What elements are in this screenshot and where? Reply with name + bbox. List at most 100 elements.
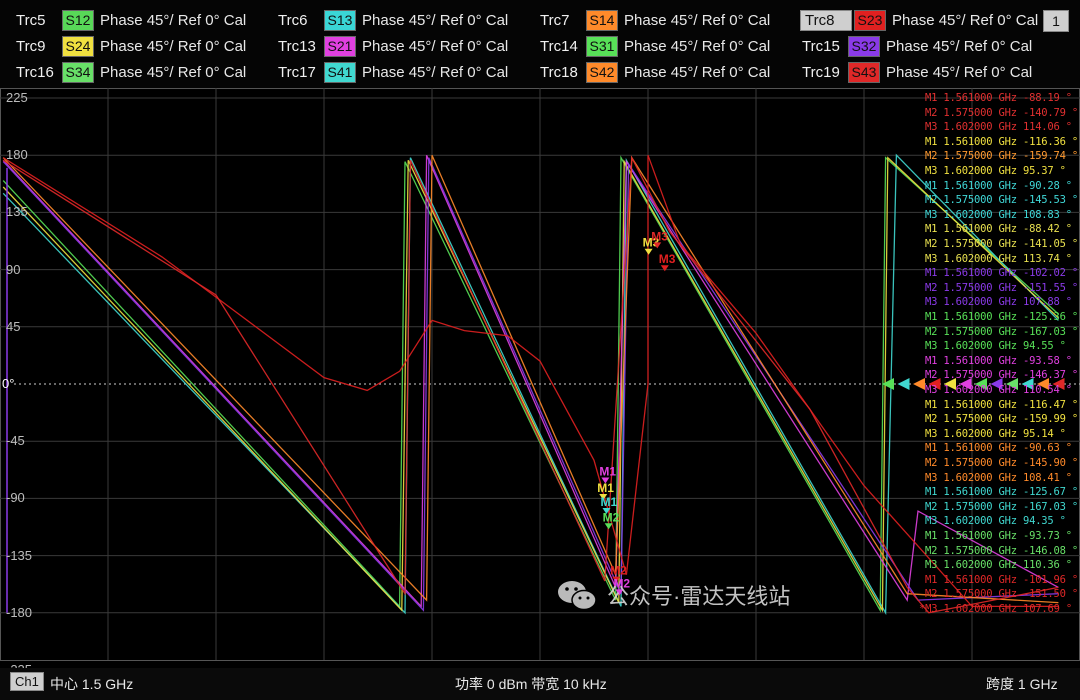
marker-readout: M2 1.575000 GHz -140.79 ° bbox=[925, 106, 1079, 119]
watermark-text: 公众号·雷达天线站 bbox=[607, 584, 791, 609]
trace-parameter-badge[interactable]: S43 bbox=[848, 61, 880, 83]
y-axis-tick-label: -135 bbox=[6, 547, 33, 563]
center-frequency[interactable]: 中心 1.5 GHz bbox=[50, 674, 133, 694]
trace-format[interactable]: Phase 45°/ Ref 0° Cal bbox=[886, 38, 1032, 55]
trace-name[interactable]: Trc13 bbox=[276, 38, 322, 55]
trace-name[interactable]: Trc14 bbox=[538, 38, 584, 55]
trace-legend-item[interactable]: Trc16 S34 Phase 45°/ Ref 0° Cal bbox=[14, 61, 246, 83]
trace-name[interactable]: Trc5 bbox=[14, 12, 60, 29]
trace-legend-item[interactable]: Trc7 S14 Phase 45°/ Ref 0° Cal bbox=[538, 9, 770, 31]
marker-readout: M1 1.561000 GHz -125.36 ° bbox=[925, 311, 1079, 323]
trace-format[interactable]: Phase 45°/ Ref 0° Cal bbox=[100, 64, 246, 81]
marker-readout: *M3 1.602000 GHz 107.69 ° bbox=[919, 603, 1073, 615]
marker-readout: M1 1.561000 GHz -125.67 ° bbox=[925, 486, 1079, 499]
y-axis-tick-label: 45 bbox=[6, 318, 21, 334]
marker-readout: M3 1.602000 GHz 108.83 ° bbox=[925, 208, 1072, 221]
trace-name[interactable]: Trc16 bbox=[14, 64, 60, 81]
plot-marker-triangle bbox=[604, 523, 613, 530]
trace-parameter-badge[interactable]: S13 bbox=[324, 9, 356, 31]
plot-marker-triangle bbox=[644, 248, 653, 255]
marker-readout: M3 1.602000 GHz 110.36 ° bbox=[925, 559, 1072, 572]
trace-legend-item[interactable]: Trc15 S32 Phase 45°/ Ref 0° Cal bbox=[800, 35, 1032, 57]
phase-plot[interactable]: M1M2M1M3M3M2M2M1M3 bbox=[0, 88, 1080, 666]
channel-number-button[interactable]: 1 bbox=[1043, 10, 1069, 32]
phase-trace bbox=[2, 154, 1059, 604]
trace-legend-item[interactable]: Trc17 S41 Phase 45°/ Ref 0° Cal bbox=[276, 61, 508, 83]
trace-legend-item[interactable]: Trc5 S12 Phase 45°/ Ref 0° Cal bbox=[14, 9, 246, 31]
watermark: 公众号·雷达天线站 bbox=[555, 578, 790, 612]
y-axis-tick-label: -180 bbox=[6, 604, 33, 620]
trace-format[interactable]: Phase 45°/ Ref 0° Cal bbox=[100, 38, 246, 55]
marker-readout: M3 1.602000 GHz 95.37 ° bbox=[925, 165, 1066, 177]
trace-name[interactable]: Trc9 bbox=[14, 38, 60, 55]
marker-readout: M1 1.561000 GHz -116.36 ° bbox=[925, 135, 1079, 148]
trace-parameter-badge[interactable]: S32 bbox=[848, 35, 880, 57]
marker-readout: M2 1.575000 GHz -146.37 ° bbox=[925, 369, 1079, 382]
marker-readout: M1 1.561000 GHz -88.19 ° bbox=[925, 92, 1072, 104]
trace-name[interactable]: Trc18 bbox=[538, 64, 584, 81]
marker-readout: M1 1.561000 GHz -90.28 ° bbox=[925, 179, 1072, 192]
marker-readout: M1 1.561000 GHz -116.47 ° bbox=[925, 398, 1079, 411]
trace-name[interactable]: Trc7 bbox=[538, 12, 584, 29]
trace-format[interactable]: Phase 45°/ Ref 0° Cal bbox=[892, 12, 1038, 29]
y-axis-tick-label: 225 bbox=[6, 90, 28, 105]
trace-parameter-badge[interactable]: S42 bbox=[586, 61, 618, 83]
marker-readout: M2 1.575000 GHz -145.90 ° bbox=[925, 457, 1079, 469]
trace-format[interactable]: Phase 45°/ Ref 0° Cal bbox=[624, 64, 770, 81]
trace-legend-item[interactable]: Trc18 S42 Phase 45°/ Ref 0° Cal bbox=[538, 61, 770, 83]
trace-name[interactable]: Trc8 bbox=[800, 9, 852, 31]
y-axis-tick-label: -90 bbox=[6, 490, 25, 506]
marker-readout: M1 1.561000 GHz -93.58 ° bbox=[925, 354, 1072, 367]
marker-readout: M2 1.575000 GHz -145.53 ° bbox=[925, 194, 1079, 207]
trace-legend-item[interactable]: Trc6 S13 Phase 45°/ Ref 0° Cal bbox=[276, 9, 508, 31]
trace-format[interactable]: Phase 45°/ Ref 0° Cal bbox=[362, 12, 508, 29]
trace-parameter-badge[interactable]: S34 bbox=[62, 61, 94, 83]
channel-button[interactable]: Ch1 bbox=[10, 672, 44, 691]
trace-legend-item[interactable]: Trc14 S31 Phase 45°/ Ref 0° Cal bbox=[538, 35, 770, 57]
trace-name[interactable]: Trc15 bbox=[800, 38, 846, 55]
trace-parameter-badge[interactable]: S31 bbox=[586, 35, 618, 57]
marker-readout: M1 1.561000 GHz -101.96 ° bbox=[925, 573, 1079, 586]
wechat-logo-icon bbox=[558, 581, 597, 611]
trace-name[interactable]: Trc19 bbox=[800, 64, 846, 81]
marker-readout: M3 1.602000 GHz 113.74 ° bbox=[925, 252, 1072, 265]
marker-readout: M1 1.561000 GHz -102.02 ° bbox=[925, 267, 1079, 280]
reference-arrow-icon bbox=[913, 378, 925, 390]
marker-readout: M2 1.575000 GHz -151.55 ° bbox=[925, 281, 1079, 294]
span-frequency[interactable]: 跨度 1 GHz bbox=[986, 674, 1058, 694]
trace-parameter-badge[interactable]: S24 bbox=[62, 35, 94, 57]
trace-format[interactable]: Phase 45°/ Ref 0° Cal bbox=[362, 38, 508, 55]
plot-marker-label: M1 bbox=[597, 481, 614, 495]
marker-readout: M2 1.575000 GHz -159.99 ° bbox=[925, 413, 1079, 426]
y-axis-tick-label: 0° bbox=[2, 376, 15, 391]
trace-legend-item[interactable]: Trc8 S23 Phase 45°/ Ref 0° Cal bbox=[800, 9, 1038, 31]
trace-format[interactable]: Phase 45°/ Ref 0° Cal bbox=[886, 64, 1032, 81]
plot-marker-label: M3 bbox=[659, 252, 676, 266]
trace-format[interactable]: Phase 45°/ Ref 0° Cal bbox=[100, 12, 246, 29]
marker-readout: M3 1.602000 GHz 94.55 ° bbox=[925, 340, 1066, 353]
trace-legend-item[interactable]: Trc19 S43 Phase 45°/ Ref 0° Cal bbox=[800, 61, 1032, 83]
plot-marker-triangle bbox=[660, 265, 669, 272]
trace-format[interactable]: Phase 45°/ Ref 0° Cal bbox=[624, 38, 770, 55]
plot-marker-label: M3 bbox=[651, 229, 668, 243]
y-axis-tick-label: -45 bbox=[6, 433, 25, 449]
trace-parameter-badge[interactable]: S14 bbox=[586, 9, 618, 31]
trace-name[interactable]: Trc6 bbox=[276, 12, 322, 29]
reference-arrow-icon bbox=[882, 378, 894, 390]
trace-name[interactable]: Trc17 bbox=[276, 64, 322, 81]
power-bandwidth[interactable]: 功率 0 dBm 带宽 10 kHz bbox=[455, 674, 607, 694]
marker-readout: M3 1.602000 GHz 108.41 ° bbox=[925, 471, 1072, 484]
trace-parameter-badge[interactable]: S23 bbox=[854, 9, 886, 31]
trace-format[interactable]: Phase 45°/ Ref 0° Cal bbox=[624, 12, 770, 29]
marker-readout: M2 1.575000 GHz -146.08 ° bbox=[925, 544, 1079, 557]
marker-readout: M2 1.575000 GHz -167.03 ° bbox=[925, 325, 1079, 338]
marker-readout: M3 1.602000 GHz 107.88 ° bbox=[925, 296, 1072, 309]
plot-marker-label: M2 bbox=[603, 510, 620, 524]
trace-parameter-badge[interactable]: S12 bbox=[62, 9, 94, 31]
trace-format[interactable]: Phase 45°/ Ref 0° Cal bbox=[362, 64, 508, 81]
trace-legend-item[interactable]: Trc9 S24 Phase 45°/ Ref 0° Cal bbox=[14, 35, 246, 57]
y-axis-tick-label: 180 bbox=[6, 147, 28, 163]
trace-legend-item[interactable]: Trc13 S21 Phase 45°/ Ref 0° Cal bbox=[276, 35, 508, 57]
trace-parameter-badge[interactable]: S41 bbox=[324, 61, 356, 83]
trace-parameter-badge[interactable]: S21 bbox=[324, 35, 356, 57]
